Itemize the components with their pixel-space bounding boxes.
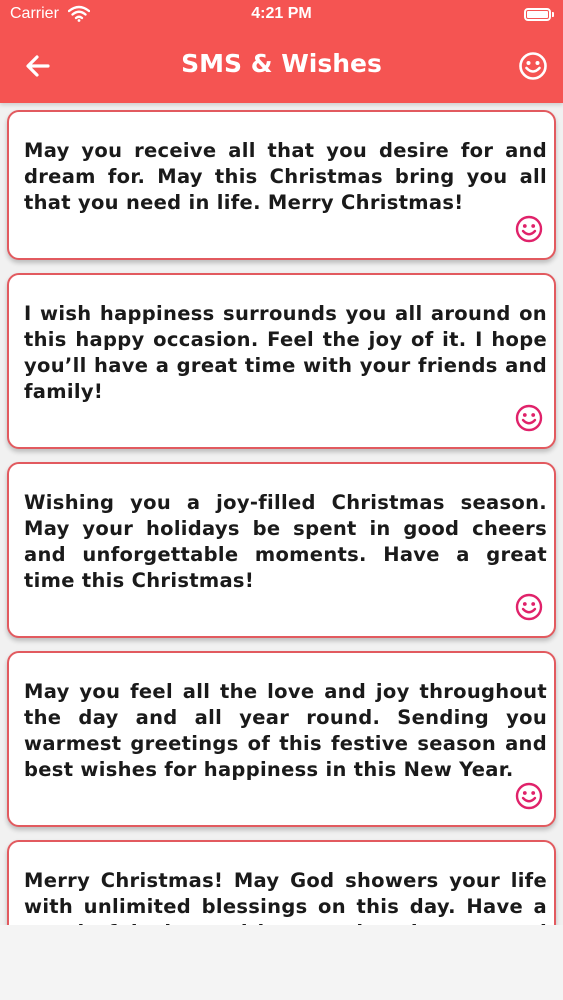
smiley-icon[interactable] bbox=[514, 592, 544, 622]
smiley-icon[interactable] bbox=[514, 214, 544, 244]
wish-text: Wishing you a joy-filled Christmas seaso… bbox=[24, 491, 547, 592]
wish-card[interactable]: May you feel all the love and joy throug… bbox=[7, 651, 556, 827]
app-header: Carrier 4:21 PM SMS & Wishes bbox=[0, 0, 563, 103]
smiley-icon[interactable] bbox=[514, 781, 544, 811]
bottom-blank-area bbox=[0, 925, 563, 1000]
smiley-icon[interactable] bbox=[514, 403, 544, 433]
status-bar: Carrier 4:21 PM bbox=[0, 0, 563, 30]
wishes-list[interactable]: May you receive all that you desire for … bbox=[0, 103, 563, 925]
wish-card[interactable]: Wishing you a joy-filled Christmas seaso… bbox=[7, 462, 556, 638]
wish-card[interactable]: Merry Christmas! May God showers your li… bbox=[7, 840, 556, 925]
wish-text: Merry Christmas! May God showers your li… bbox=[24, 869, 547, 925]
wish-card[interactable]: I wish happiness surrounds you all aroun… bbox=[7, 273, 556, 449]
clock: 4:21 PM bbox=[251, 5, 312, 22]
smiley-icon[interactable] bbox=[517, 50, 549, 82]
page-title: SMS & Wishes bbox=[181, 49, 382, 78]
battery-icon bbox=[524, 8, 554, 21]
wish-text: May you feel all the love and joy throug… bbox=[24, 680, 547, 781]
wish-text: May you receive all that you desire for … bbox=[24, 139, 547, 214]
wish-card[interactable]: May you receive all that you desire for … bbox=[7, 110, 556, 260]
wish-text: I wish happiness surrounds you all aroun… bbox=[24, 302, 547, 403]
